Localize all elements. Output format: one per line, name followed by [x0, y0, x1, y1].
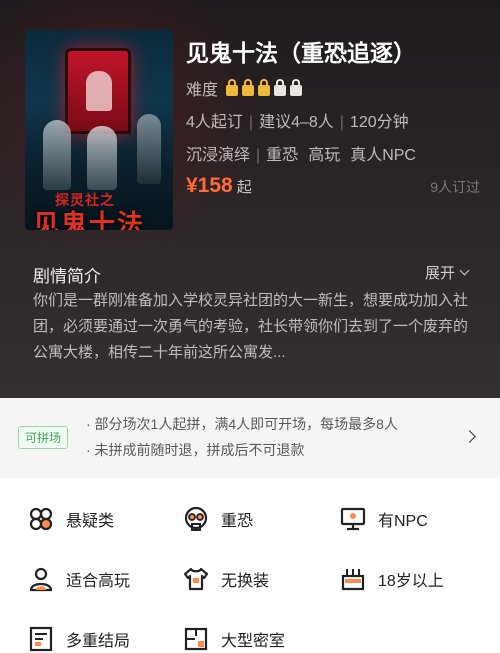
suggested-players: 建议4–8人	[259, 114, 334, 131]
large-room-icon	[183, 626, 209, 652]
game-poster[interactable]: 探灵社之 见鬼十法	[25, 30, 173, 230]
feature-suspense: 悬疑类	[28, 506, 114, 532]
poster-ghost-figure	[137, 114, 161, 184]
price-row: ¥158 起 9人订过	[186, 174, 480, 198]
feature-npc: 有NPC	[340, 506, 428, 532]
feature-label: 重恐	[221, 513, 254, 530]
poster-title-art: 见鬼十法	[33, 210, 146, 230]
price-unit: 起	[236, 179, 252, 196]
age-cake-icon	[340, 566, 366, 592]
game-title: 见鬼十法（重恐追逐）	[186, 40, 416, 66]
expand-label: 展开	[424, 265, 455, 282]
suspense-icon	[28, 506, 54, 532]
feature-costume: 无换装	[183, 566, 269, 592]
tag: 沉浸演绎	[186, 147, 251, 164]
divider: |	[256, 147, 261, 164]
price: ¥158	[186, 174, 233, 197]
feature-multi-ending: 多重结局	[28, 626, 130, 652]
poster-ghost-figure	[43, 120, 71, 190]
lock-icon	[258, 78, 271, 96]
players-row: 4人起订 | 建议4–8人 | 120分钟	[186, 108, 409, 132]
feature-label: 18岁以上	[378, 573, 444, 590]
poster-red-door	[65, 48, 131, 134]
hero-section: 探灵社之 见鬼十法 见鬼十法（重恐追逐） 难度 4人起订 | 建议4–8人 | 120分…	[0, 0, 500, 398]
expert-player-icon	[28, 566, 54, 592]
booked-count: 9人订过	[430, 179, 480, 195]
poster-ghost-figure	[87, 126, 117, 190]
group-play-rule: · 部分场次1人起拼，满4人即可开场，每场最多8人	[86, 416, 398, 432]
tag: 重恐	[266, 147, 299, 164]
min-players: 4人起订	[186, 114, 243, 131]
difficulty-row: 难度	[186, 76, 303, 100]
duration: 120分钟	[349, 114, 409, 131]
feature-label: 适合高玩	[66, 573, 131, 590]
difficulty-locks	[222, 78, 303, 96]
tag: 真人NPC	[350, 147, 416, 164]
group-play-badge: 可拼场	[18, 426, 69, 449]
feature-age: 18岁以上	[340, 566, 444, 592]
group-play-rule: · 未拼成前随时退，拼成后不可退款	[86, 442, 305, 458]
costume-icon	[183, 566, 209, 592]
tags-row: 沉浸演绎 | 重恐 高玩 真人NPC	[186, 141, 416, 165]
difficulty-label: 难度	[186, 82, 219, 99]
game-info: 见鬼十法（重恐追逐） 难度 4人起订 | 建议4–8人 | 120分钟 沉浸演绎 | 重恐高…	[186, 34, 480, 197]
feature-label: 悬疑类	[66, 513, 115, 530]
chevron-down-icon	[459, 265, 470, 276]
feature-large-room: 大型密室	[183, 626, 285, 652]
feature-label: 多重结局	[66, 633, 131, 650]
feature-grid: 悬疑类 重恐 有NPC 适合高玩 无换装 18岁以上 多重结局 大型密室	[0, 478, 500, 653]
feature-label: 有NPC	[378, 513, 428, 530]
multi-ending-icon	[28, 626, 54, 652]
group-play-card[interactable]: 可拼场 · 部分场次1人起拼，满4人即可开场，每场最多8人 · 未拼成前随时退，…	[0, 398, 500, 478]
synopsis-text: 你们是一群刚准备加入学校灵异社团的大一新生，想要成功加入社团，必须要通过一次勇气…	[33, 292, 469, 361]
feature-expert: 适合高玩	[28, 566, 130, 592]
feature-horror: 重恐	[183, 506, 253, 532]
divider: |	[248, 114, 254, 131]
lock-icon	[274, 78, 287, 96]
feature-label: 无换装	[221, 573, 270, 590]
chevron-right-icon[interactable]	[463, 430, 476, 443]
npc-icon	[340, 506, 366, 532]
tag: 高玩	[308, 147, 341, 164]
synopsis-heading: 剧情简介	[33, 267, 101, 286]
expand-button[interactable]: 展开	[424, 262, 470, 283]
horror-icon	[183, 506, 209, 532]
feature-label: 大型密室	[221, 633, 286, 650]
lock-icon	[242, 78, 255, 96]
lock-icon	[226, 78, 239, 96]
divider: |	[339, 114, 344, 131]
lock-icon	[290, 78, 303, 96]
